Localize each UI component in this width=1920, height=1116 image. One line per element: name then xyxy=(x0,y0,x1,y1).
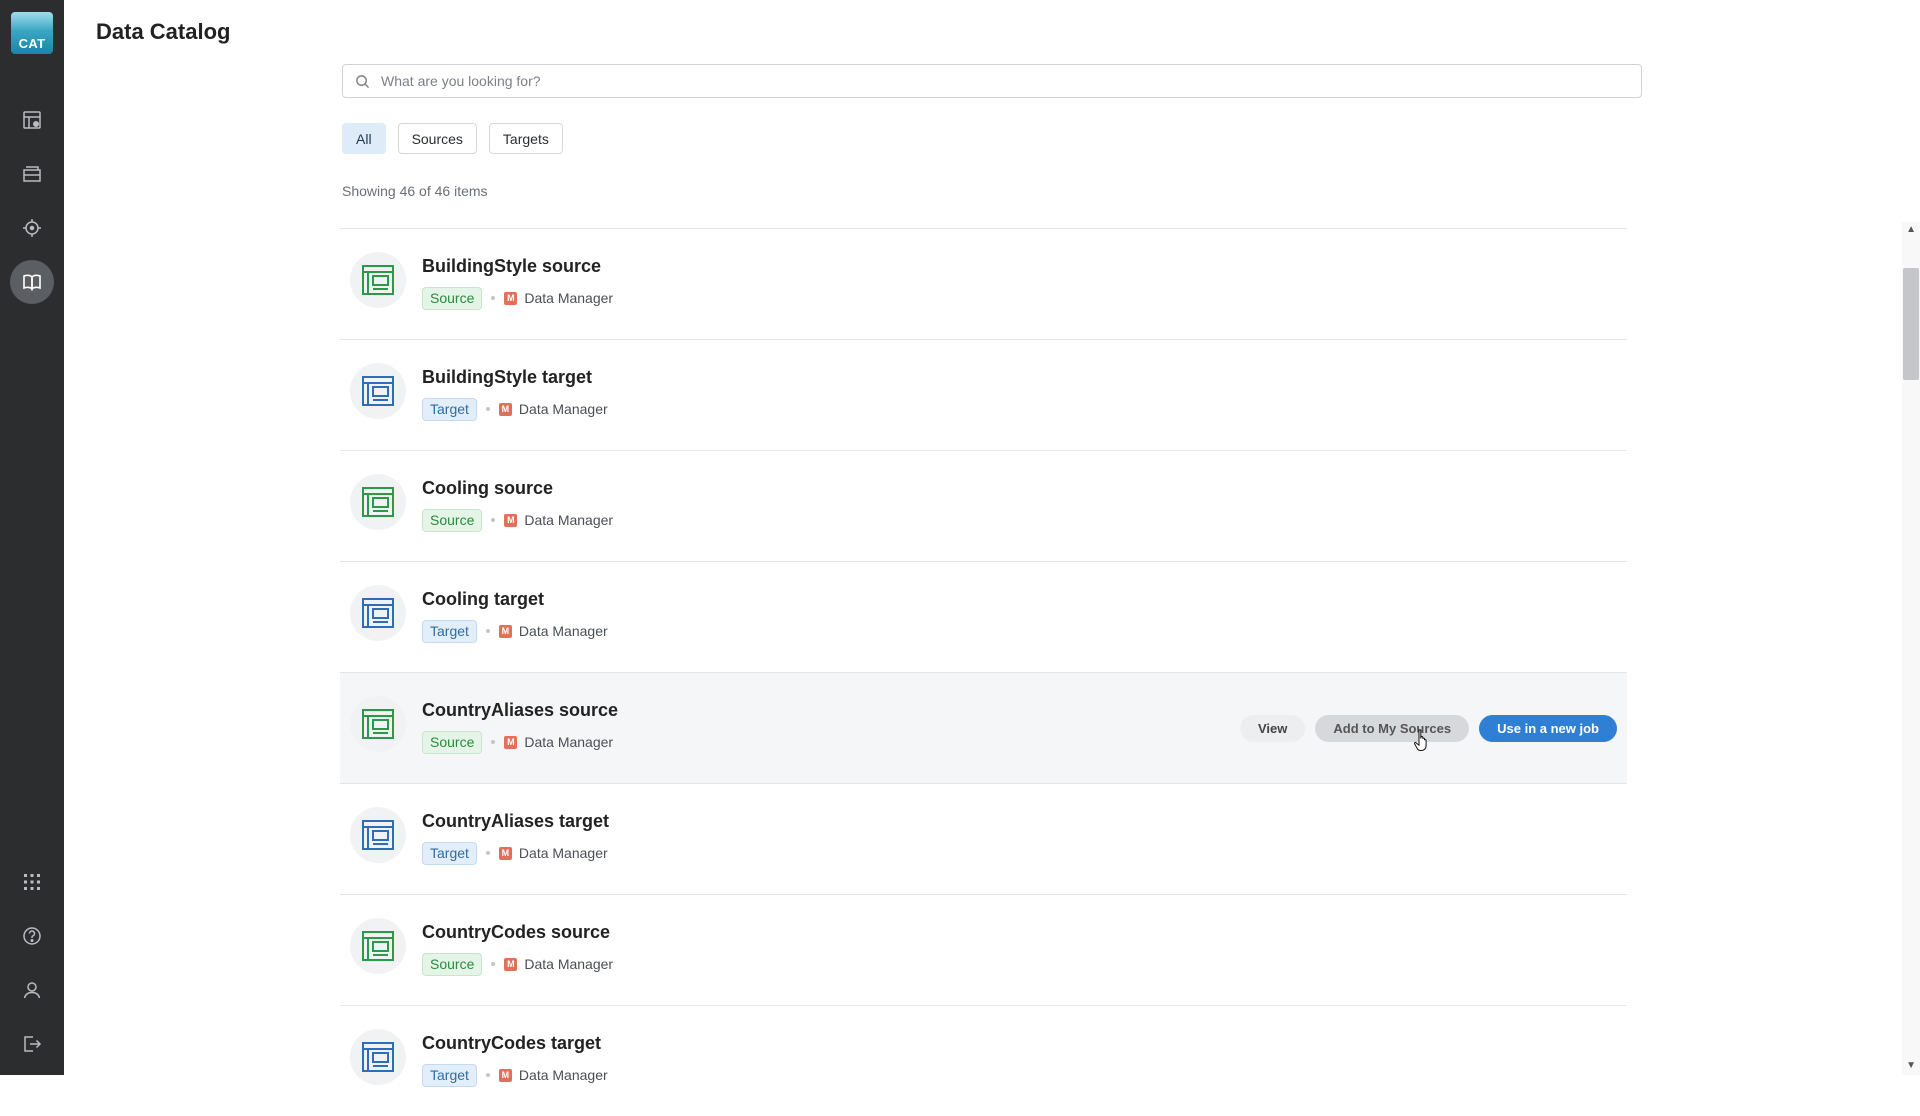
type-badge: Source xyxy=(422,730,483,754)
page-title: Data Catalog xyxy=(96,19,231,44)
dataset-target-icon xyxy=(350,363,406,419)
dataset-target-icon xyxy=(350,585,406,641)
separator-dot xyxy=(485,407,490,411)
hand-cursor-icon xyxy=(1413,729,1427,751)
separator-dot xyxy=(491,962,496,966)
list-item[interactable]: CountryAliases target Target M Data Mana… xyxy=(340,783,1627,894)
list-item[interactable]: CountryCodes target Target M Data Manage… xyxy=(340,1005,1627,1116)
type-badge: Source xyxy=(422,286,483,310)
owner-icon: M xyxy=(498,624,512,638)
search-input[interactable] xyxy=(381,65,1621,97)
item-count: Showing 46 of 46 items xyxy=(342,183,488,199)
item-name[interactable]: BuildingStyle target xyxy=(422,367,592,388)
separator-dot xyxy=(491,740,496,744)
separator-dot xyxy=(491,296,496,300)
apps-grid-icon[interactable] xyxy=(10,860,54,904)
item-meta: Source M Data Manager xyxy=(422,952,613,976)
owner-name: Data Manager xyxy=(524,512,614,528)
owner-icon: M xyxy=(498,846,512,860)
item-name[interactable]: CountryCodes target xyxy=(422,1033,601,1054)
owner-name: Data Manager xyxy=(524,956,614,972)
list-item-hovered[interactable]: CountryAliases source Source M Data Mana… xyxy=(340,672,1627,783)
separator-dot xyxy=(485,629,490,633)
app-logo[interactable]: CAT xyxy=(11,12,53,54)
dataset-target-icon xyxy=(350,1029,406,1085)
type-badge: Source xyxy=(422,952,483,976)
list-item[interactable]: Cooling source Source M Data Manager xyxy=(340,450,1627,561)
catalog-book-icon[interactable] xyxy=(10,260,54,304)
scroll-up-icon[interactable]: ▲ xyxy=(1906,224,1916,235)
list-item[interactable]: CountryCodes source Source M Data Manage… xyxy=(340,894,1627,1005)
search-bar[interactable] xyxy=(342,64,1642,98)
item-meta: Source M Data Manager xyxy=(422,286,613,310)
help-icon[interactable] xyxy=(10,914,54,958)
list-item[interactable]: Cooling target Target M Data Manager xyxy=(340,561,1627,672)
owner-icon: M xyxy=(504,735,518,749)
owner-name: Data Manager xyxy=(518,401,608,417)
separator-dot xyxy=(491,518,496,522)
filter-targets[interactable]: Targets xyxy=(488,123,563,154)
dataset-source-icon xyxy=(350,918,406,974)
list-item[interactable]: BuildingStyle source Source M Data Manag… xyxy=(340,228,1627,339)
item-name[interactable]: Cooling source xyxy=(422,478,553,499)
list-item[interactable]: BuildingStyle target Target M Data Manag… xyxy=(340,339,1627,450)
item-meta: Target M Data Manager xyxy=(422,1063,608,1087)
item-meta: Source M Data Manager xyxy=(422,730,613,754)
item-meta: Source M Data Manager xyxy=(422,508,613,532)
catalog-list: BuildingStyle source Source M Data Manag… xyxy=(340,228,1627,1116)
dataset-source-icon xyxy=(350,474,406,530)
owner-icon: M xyxy=(504,291,518,305)
owner-icon: M xyxy=(504,957,518,971)
type-badge: Target xyxy=(422,619,477,643)
owner-name: Data Manager xyxy=(524,734,614,750)
logout-icon[interactable] xyxy=(10,1022,54,1066)
item-name[interactable]: CountryCodes source xyxy=(422,922,610,943)
user-icon[interactable] xyxy=(10,968,54,1012)
type-badge: Target xyxy=(422,1063,477,1087)
owner-icon: M xyxy=(498,402,512,416)
type-badge: Target xyxy=(422,397,477,421)
scroll-down-icon[interactable]: ▼ xyxy=(1906,1060,1916,1071)
type-badge: Source xyxy=(422,508,483,532)
view-button[interactable]: View xyxy=(1240,715,1306,742)
dataset-source-icon xyxy=(350,696,406,752)
filter-tabs: All Sources Targets xyxy=(342,123,563,154)
owner-icon: M xyxy=(498,1068,512,1082)
search-icon xyxy=(356,75,370,89)
owner-name: Data Manager xyxy=(518,623,608,639)
type-badge: Target xyxy=(422,841,477,865)
use-in-new-job-button[interactable]: Use in a new job xyxy=(1479,715,1617,742)
item-name[interactable]: CountryAliases target xyxy=(422,811,609,832)
item-name[interactable]: Cooling target xyxy=(422,589,544,610)
target-icon[interactable] xyxy=(10,206,54,250)
item-meta: Target M Data Manager xyxy=(422,841,608,865)
owner-name: Data Manager xyxy=(518,1067,608,1083)
item-meta: Target M Data Manager xyxy=(422,619,608,643)
jobs-icon[interactable] xyxy=(10,98,54,142)
item-name[interactable]: CountryAliases source xyxy=(422,700,618,721)
sidebar: CAT xyxy=(0,0,64,1075)
item-meta: Target M Data Manager xyxy=(422,397,608,421)
filter-all[interactable]: All xyxy=(342,123,386,154)
scrollbar-thumb[interactable] xyxy=(1903,268,1919,380)
owner-name: Data Manager xyxy=(524,290,614,306)
app-logo-text: CAT xyxy=(18,36,46,51)
item-name[interactable]: BuildingStyle source xyxy=(422,256,601,277)
add-to-my-sources-button[interactable]: Add to My Sources xyxy=(1315,715,1470,742)
filter-sources[interactable]: Sources xyxy=(397,123,477,154)
dataset-source-icon xyxy=(350,252,406,308)
separator-dot xyxy=(485,1073,490,1077)
folder-icon[interactable] xyxy=(10,152,54,196)
owner-icon: M xyxy=(504,513,518,527)
separator-dot xyxy=(485,851,490,855)
dataset-target-icon xyxy=(350,807,406,863)
owner-name: Data Manager xyxy=(518,845,608,861)
